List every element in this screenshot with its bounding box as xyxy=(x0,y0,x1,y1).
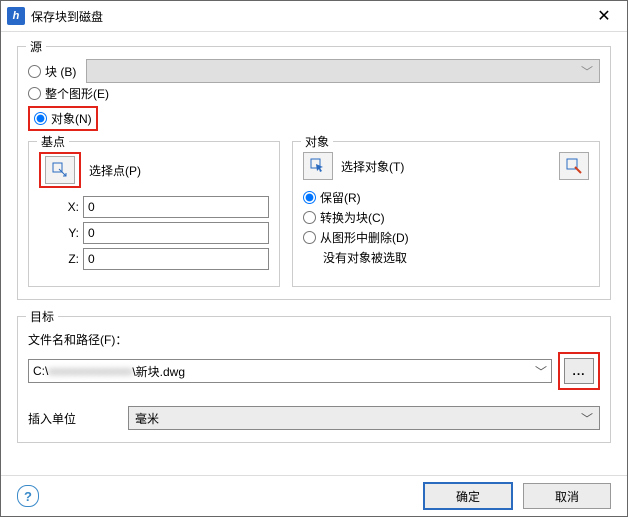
unit-combo[interactable]: 毫米 ﹀ xyxy=(128,406,600,430)
radio-objects-label: 对象(N) xyxy=(51,110,92,127)
path-row: C:\ xxxxxxxxxxxxxx \新块.dwg ﹀ ... xyxy=(28,352,600,390)
chevron-down-icon: ﹀ xyxy=(581,410,593,427)
select-objects-icon xyxy=(310,158,326,174)
quick-select-button[interactable] xyxy=(559,152,589,180)
path-label: 文件名和路径(F)： xyxy=(28,331,600,348)
radio-retain[interactable] xyxy=(303,191,316,204)
dialog-body: 源 块 (B) ﹀ 整个图形(E) 对象(N) xyxy=(1,32,627,475)
source-legend: 源 xyxy=(26,38,46,55)
base-point-group: 基点 选择点(P) X: Y: xyxy=(28,141,280,287)
radio-block-label: 块 (B) xyxy=(45,63,76,80)
footer: ? 确定 取消 xyxy=(1,475,627,516)
x-label: X: xyxy=(39,200,83,214)
block-name-combo[interactable]: ﹀ xyxy=(86,59,600,83)
y-input[interactable] xyxy=(83,222,269,244)
base-and-objects-row: 基点 选择点(P) X: Y: xyxy=(28,141,600,287)
source-option-whole[interactable]: 整个图形(E) xyxy=(28,85,600,102)
objects-group: 对象 选择对象(T) 保留(R) xyxy=(292,141,600,287)
radio-block[interactable] xyxy=(28,65,41,78)
radio-whole-label: 整个图形(E) xyxy=(45,85,109,102)
radio-delete[interactable] xyxy=(303,231,316,244)
pick-point-icon xyxy=(52,162,68,178)
z-input[interactable] xyxy=(83,248,269,270)
app-icon: h xyxy=(7,7,25,25)
dialog-title: 保存块到磁盘 xyxy=(31,8,581,25)
radio-whole[interactable] xyxy=(28,87,41,100)
unit-label: 插入单位 xyxy=(28,410,128,427)
radio-delete-label: 从图形中删除(D) xyxy=(320,229,409,246)
titlebar: h 保存块到磁盘 ✕ xyxy=(1,1,627,32)
no-objects-note: 没有对象被选取 xyxy=(323,249,589,266)
source-option-block[interactable]: 块 (B) ﹀ xyxy=(28,59,600,83)
select-objects-button[interactable] xyxy=(303,152,333,180)
close-button[interactable]: ✕ xyxy=(581,1,627,31)
radio-retain-label: 保留(R) xyxy=(320,189,361,206)
chevron-down-icon: ﹀ xyxy=(535,363,547,380)
objects-option-delete[interactable]: 从图形中删除(D) xyxy=(303,229,589,246)
radio-convert-label: 转换为块(C) xyxy=(320,209,385,226)
quick-select-icon xyxy=(566,158,582,174)
objects-legend: 对象 xyxy=(301,133,333,150)
pick-point-row: 选择点(P) xyxy=(39,152,269,188)
radio-objects[interactable] xyxy=(34,112,47,125)
y-label: Y: xyxy=(39,226,83,240)
x-input[interactable] xyxy=(83,196,269,218)
coord-x-row: X: xyxy=(39,196,269,218)
browse-button[interactable]: ... xyxy=(564,358,594,384)
chevron-down-icon: ﹀ xyxy=(581,63,593,80)
z-label: Z: xyxy=(39,252,83,266)
select-objects-label: 选择对象(T) xyxy=(341,158,404,175)
objects-option-convert[interactable]: 转换为块(C) xyxy=(303,209,589,226)
objects-option-retain[interactable]: 保留(R) xyxy=(303,189,589,206)
path-hidden: xxxxxxxxxxxxxx xyxy=(48,364,132,378)
unit-row: 插入单位 毫米 ﹀ xyxy=(28,406,600,430)
highlight-pick-point xyxy=(39,152,81,188)
pick-point-button[interactable] xyxy=(45,156,75,184)
select-objects-row: 选择对象(T) xyxy=(303,152,589,180)
coord-z-row: Z: xyxy=(39,248,269,270)
path-suffix: \新块.dwg xyxy=(132,363,185,380)
pick-point-label: 选择点(P) xyxy=(89,162,141,179)
source-group: 源 块 (B) ﹀ 整个图形(E) 对象(N) xyxy=(17,46,611,300)
save-block-dialog: h 保存块到磁盘 ✕ 源 块 (B) ﹀ 整个图形(E) 对象(N) xyxy=(0,0,628,517)
coord-y-row: Y: xyxy=(39,222,269,244)
target-group: 目标 文件名和路径(F)： C:\ xxxxxxxxxxxxxx \新块.dwg… xyxy=(17,316,611,443)
help-button[interactable]: ? xyxy=(17,485,39,507)
source-option-objects[interactable]: 对象(N) xyxy=(34,110,92,127)
unit-value: 毫米 xyxy=(135,410,159,427)
base-legend: 基点 xyxy=(37,133,69,150)
radio-convert[interactable] xyxy=(303,211,316,224)
path-combo[interactable]: C:\ xxxxxxxxxxxxxx \新块.dwg ﹀ xyxy=(28,359,552,383)
path-prefix: C:\ xyxy=(33,364,48,378)
target-legend: 目标 xyxy=(26,308,58,325)
highlight-browse: ... xyxy=(558,352,600,390)
highlight-objects-option: 对象(N) xyxy=(28,106,98,131)
cancel-button[interactable]: 取消 xyxy=(523,483,611,509)
ok-button[interactable]: 确定 xyxy=(423,482,513,510)
